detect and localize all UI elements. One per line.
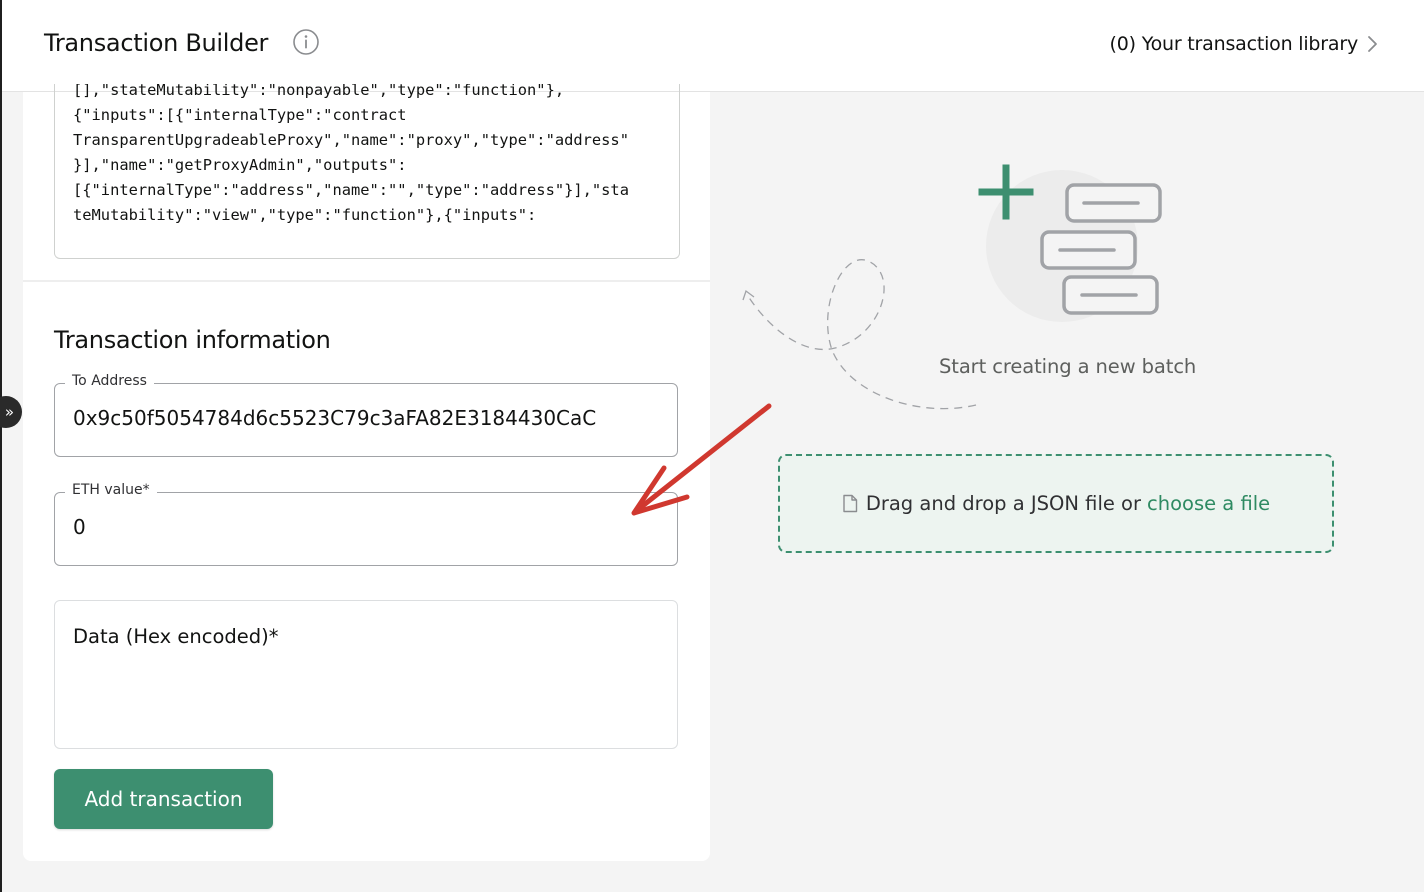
json-dropzone[interactable]: Drag and drop a JSON file or choose a fi…: [778, 454, 1334, 553]
abi-textarea[interactable]: [],"stateMutability":"nonpayable","type"…: [54, 84, 680, 259]
chevron-right-icon[interactable]: [1366, 34, 1380, 54]
abi-text: [],"stateMutability":"nonpayable","type"…: [73, 84, 663, 228]
transaction-form-card: [],"stateMutability":"nonpayable","type"…: [23, 84, 710, 861]
section-divider: [23, 280, 710, 282]
to-address-field[interactable]: To Address 0x9c50f5054784d6c5523C79c3aFA…: [54, 373, 678, 457]
to-address-label: To Address: [65, 373, 154, 389]
abi-line: teMutability":"view","type":"function"},…: [73, 206, 537, 224]
hex-data-field[interactable]: Data (Hex encoded)*: [54, 600, 678, 749]
info-icon[interactable]: [292, 28, 320, 56]
page-title: Transaction Builder: [44, 29, 269, 57]
eth-value-label: ETH value*: [65, 482, 157, 498]
section-title: Transaction information: [54, 326, 331, 354]
annotation-arrow: [631, 403, 772, 516]
eth-value-field[interactable]: ETH value* 0: [54, 482, 678, 566]
abi-line: TransparentUpgradeableProxy","name":"pro…: [73, 131, 629, 149]
hex-data-placeholder: Data (Hex encoded)*: [73, 625, 279, 648]
transaction-library-link[interactable]: (0) Your transaction library: [1110, 33, 1359, 55]
abi-line: }],"name":"getProxyAdmin","outputs":: [73, 156, 407, 174]
app-header: Transaction Builder (0) Your transaction…: [2, 0, 1424, 92]
abi-line: [{"internalType":"address","name":"","ty…: [73, 181, 629, 199]
to-address-value[interactable]: 0x9c50f5054784d6c5523C79c3aFA82E3184430C…: [73, 406, 596, 430]
abi-line: [],"stateMutability":"nonpayable","type"…: [73, 84, 565, 99]
expand-sidebar-icon[interactable]: »: [0, 396, 22, 428]
add-transaction-button[interactable]: Add transaction: [54, 769, 273, 829]
new-batch-illustration: [742, 164, 1162, 410]
window-left-edge: [0, 0, 2, 892]
empty-batch-text: Start creating a new batch: [939, 355, 1197, 378]
file-icon: [843, 494, 858, 513]
dropzone-text: Drag and drop a JSON file or: [865, 492, 1141, 515]
abi-line: {"inputs":[{"internalType":"contract: [73, 106, 407, 124]
eth-value-input[interactable]: 0: [73, 515, 86, 539]
choose-file-link[interactable]: choose a file: [1147, 492, 1270, 515]
